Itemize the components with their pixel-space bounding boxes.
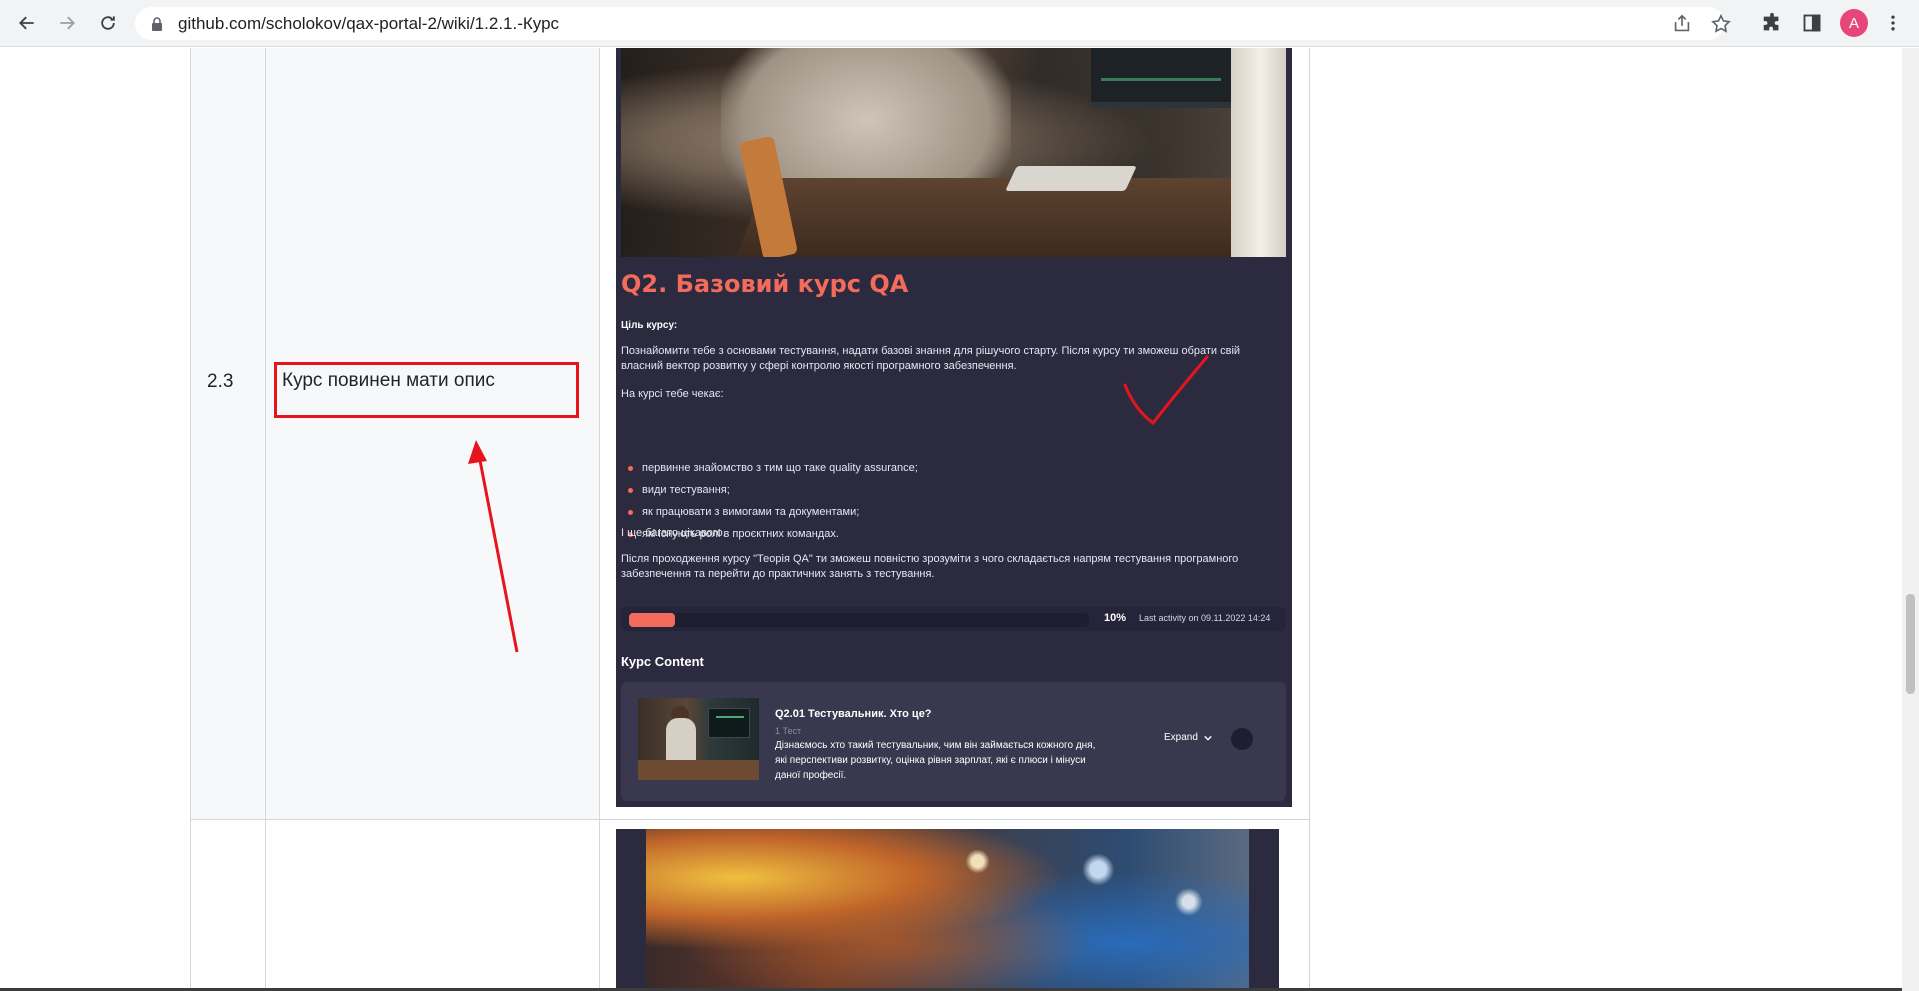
expand-label: Expand	[1164, 732, 1198, 743]
list-item: як працювати з вимогами та документами;	[628, 505, 918, 527]
annotation-highlight-box	[274, 362, 579, 418]
table-border	[190, 48, 191, 991]
list-item: види тестування;	[628, 483, 918, 505]
profile-avatar[interactable]: A	[1840, 9, 1868, 37]
address-bar[interactable]: github.com/scholokov/qax-portal-2/wiki/1…	[135, 7, 1731, 40]
lesson-description: Дізнаємось хто такий тестувальник, чим в…	[775, 740, 1096, 781]
lock-icon	[152, 17, 162, 31]
progress-track	[629, 613, 1089, 627]
table-border	[599, 48, 600, 991]
browser-toolbar: github.com/scholokov/qax-portal-2/wiki/1…	[0, 0, 1919, 47]
last-activity: Last activity on 09.11.2022 14:24	[1139, 613, 1271, 623]
reload-button[interactable]	[93, 8, 123, 38]
lesson-card[interactable]: Q2.01 Тестувальник. Хто це? 1 Тест Дізна…	[621, 682, 1286, 801]
after-text: Після проходження курсу "Теорія QA" ти з…	[621, 553, 1239, 580]
table-border	[1309, 48, 1310, 991]
list-item: первинне знайомство з тим що таке qualit…	[628, 461, 918, 483]
progress-fill	[629, 613, 675, 627]
reload-icon	[101, 16, 115, 30]
course-content-title: Курс Content	[621, 654, 704, 669]
chevron-down-icon	[1204, 735, 1212, 741]
next-course-hero-image	[646, 829, 1249, 991]
checkmark-icon	[1123, 355, 1209, 426]
star-icon[interactable]	[1710, 13, 1732, 35]
course-progress: 10% Last activity on 09.11.2022 14:24	[621, 607, 1286, 631]
share-icon[interactable]	[1671, 13, 1693, 35]
next-course-screenshot	[616, 829, 1279, 991]
lesson-thumbnail	[638, 698, 759, 780]
url-text: github.com/scholokov/qax-portal-2/wiki/1…	[178, 14, 560, 33]
lesson-status-indicator	[1231, 728, 1253, 750]
lesson-meta: 1 Тест	[775, 726, 802, 736]
extensions-icon[interactable]	[1759, 10, 1785, 36]
more-text: І ще багато цікавого.	[621, 527, 726, 539]
back-button[interactable]	[12, 8, 42, 38]
arrow-left-icon	[19, 16, 34, 30]
expand-button[interactable]: Expand	[1164, 732, 1212, 743]
row-number: 2.3	[207, 371, 234, 392]
lesson-title[interactable]: Q2.01 Тестувальник. Хто це?	[775, 708, 932, 720]
course-title: Q2. Базовий курс QA	[621, 270, 909, 298]
page-scrollbar[interactable]	[1902, 48, 1919, 991]
goal-label: Ціль курсу:	[621, 320, 678, 331]
forward-button[interactable]	[52, 8, 82, 38]
progress-percent: 10%	[1104, 612, 1127, 624]
side-panel-icon[interactable]	[1799, 10, 1825, 36]
arrow-right-icon	[60, 16, 75, 30]
table-border	[265, 48, 266, 991]
course-hero-image	[621, 48, 1286, 257]
menu-kebab-icon[interactable]	[1880, 10, 1906, 36]
table-border	[190, 819, 1310, 820]
scrollbar-thumb[interactable]	[1906, 594, 1915, 694]
annotation-arrow-icon	[468, 440, 519, 653]
